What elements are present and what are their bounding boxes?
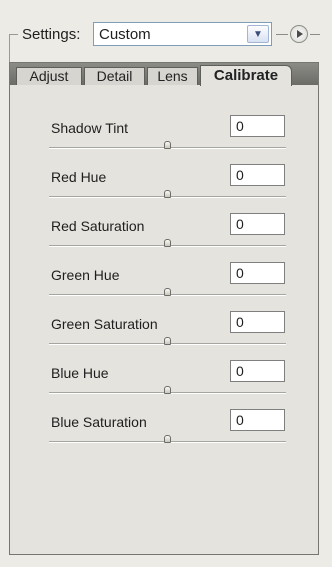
calibrate-control-row: Shadow Tint 0 xyxy=(10,115,318,170)
control-label: Red Saturation xyxy=(51,218,145,234)
slider-thumb[interactable] xyxy=(164,190,171,198)
slider-thumb[interactable] xyxy=(164,288,171,296)
connector-line xyxy=(276,34,288,35)
control-value-input[interactable]: 0 xyxy=(230,115,285,137)
calibrate-control-row: Green Saturation 0 xyxy=(10,311,318,366)
control-label: Green Saturation xyxy=(51,316,158,332)
slider-thumb[interactable] xyxy=(164,239,171,247)
slider-thumb[interactable] xyxy=(164,386,171,394)
control-value-input[interactable]: 0 xyxy=(230,262,285,284)
calibrate-control-row: Red Hue 0 xyxy=(10,164,318,219)
settings-dropdown-value: Custom xyxy=(99,26,151,43)
calibrate-control-row: Blue Saturation 0 xyxy=(10,409,318,464)
slider-thumb[interactable] xyxy=(164,435,171,443)
control-label: Blue Hue xyxy=(51,365,109,381)
connector-line-end xyxy=(310,34,320,35)
slider-thumb[interactable] xyxy=(164,337,171,345)
control-label: Red Hue xyxy=(51,169,107,185)
control-value-input[interactable]: 0 xyxy=(230,164,285,186)
tab-calibrate[interactable]: Calibrate xyxy=(200,65,292,86)
settings-frame-line xyxy=(9,34,10,62)
control-value-input[interactable]: 0 xyxy=(230,311,285,333)
control-value-input[interactable]: 0 xyxy=(230,213,285,235)
tab-lens[interactable]: Lens xyxy=(147,67,198,85)
slider-thumb[interactable] xyxy=(164,141,171,149)
settings-label: Settings: xyxy=(22,26,81,43)
calibrate-panel: Adjust Detail Lens Calibrate Shadow Tint… xyxy=(9,62,319,555)
tab-detail[interactable]: Detail xyxy=(84,67,145,85)
calibrate-control-row: Blue Hue 0 xyxy=(10,360,318,415)
control-label: Green Hue xyxy=(51,267,120,283)
settings-dropdown[interactable]: Custom ▼ xyxy=(93,22,272,46)
tab-adjust[interactable]: Adjust xyxy=(16,67,82,85)
play-circle-icon[interactable] xyxy=(290,25,308,43)
control-label: Blue Saturation xyxy=(51,414,147,430)
control-label: Shadow Tint xyxy=(51,120,129,136)
calibrate-control-row: Green Hue 0 xyxy=(10,262,318,317)
control-value-input[interactable]: 0 xyxy=(230,360,285,382)
settings-frame-tick xyxy=(9,34,18,35)
tab-bar: Adjust Detail Lens Calibrate xyxy=(10,63,318,86)
calibrate-control-row: Red Saturation 0 xyxy=(10,213,318,268)
control-value-input[interactable]: 0 xyxy=(230,409,285,431)
chevron-down-icon[interactable]: ▼ xyxy=(247,25,269,43)
